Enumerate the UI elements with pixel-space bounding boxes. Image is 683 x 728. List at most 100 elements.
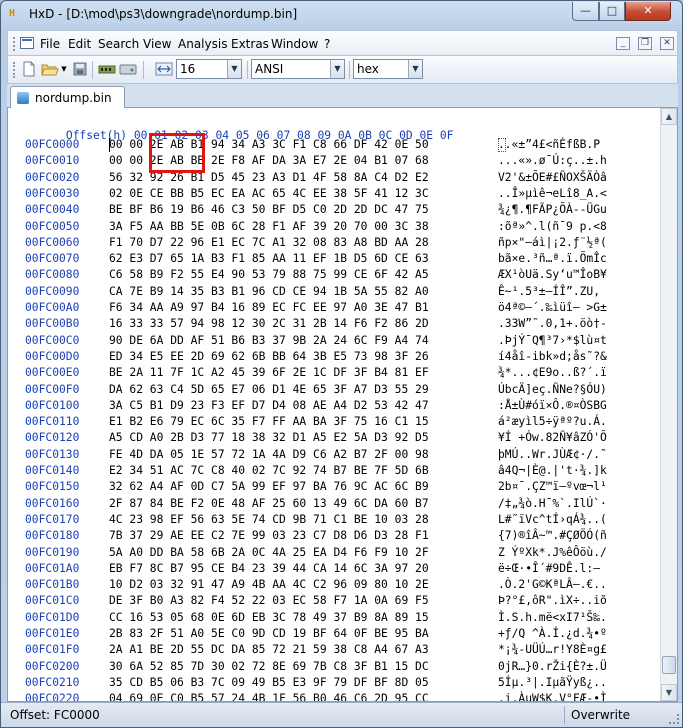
row-ascii-text[interactable]: Z ÝºXk*.J%êÔöù./ [498, 546, 607, 559]
toolbar-grip[interactable] [13, 62, 16, 78]
new-file-icon[interactable] [20, 61, 38, 78]
row-hex-bytes[interactable]: FE 4D DA 05 1E 57 72 1A 4A D9 C6 A2 B7 2… [109, 448, 429, 461]
row-ascii-text[interactable]: bã×e.³ñ…ª.ï.ÕmÎc [498, 252, 607, 265]
offset-base-select[interactable]: hex ▼ [353, 59, 423, 79]
row-hex-bytes[interactable]: 2B 83 2F 51 A0 5E C0 9D CD 19 BF 64 0F B… [109, 627, 429, 640]
row-ascii-text[interactable]: Ì.S.h.më<xI7¹Š‰. [498, 611, 607, 624]
row-ascii-text[interactable]: þMÚ..Wr.JÙÆ¢·/.˜ [498, 448, 607, 461]
row-ascii-text[interactable]: ÚbcÄ]eç.ÑNe?§ÓU) [498, 383, 607, 396]
row-ascii-text[interactable]: .ÞjÝ¯Q¶³7›*$lù¤t [498, 334, 607, 347]
row-hex-bytes[interactable]: 32 62 A4 AF 0D C7 5A 99 EF 97 BA 76 9C A… [109, 480, 429, 493]
menu-help[interactable]: ? [324, 37, 330, 51]
row-ascii-text[interactable]: V2'&±ÕE#£ÑOXŠÄÒâ [498, 171, 607, 184]
mdi-close-button[interactable]: ✕ [660, 37, 674, 50]
close-button[interactable]: ✕ [625, 2, 671, 21]
hex-editor[interactable]: Offset(h) 00 01 02 03 04 05 06 07 08 09 … [7, 108, 678, 702]
document-window-icon[interactable] [20, 37, 34, 49]
tab-nordump[interactable]: nordump.bin [10, 86, 125, 109]
row-hex-bytes[interactable]: 5A A0 DD BA 58 6B 2A 0C 4A 25 EA D4 F6 F… [109, 546, 429, 559]
status-mode[interactable]: Overwrite [571, 708, 630, 722]
chevron-down-icon[interactable]: ▼ [227, 60, 241, 78]
row-ascii-text[interactable]: 5Íµ.³|.IµãŸyß¿.. [498, 676, 607, 689]
row-ascii-text[interactable]: :õª»^.l(ñ¯9 p.<8 [498, 220, 607, 233]
chevron-down-icon[interactable]: ▼ [408, 60, 422, 78]
row-ascii-text[interactable]: í4åî-ibk»d;ås˜?& [498, 350, 607, 363]
row-ascii-text[interactable]: ¾¿¶.¶FÃP¿ÕÀ--ÜGu [498, 203, 607, 216]
row-hex-bytes[interactable]: EB F7 8C B7 95 CE B4 23 39 44 CA 14 6C 3… [109, 562, 429, 575]
row-ascii-text[interactable]: /‡„¾ò.H¯%`.IlÚ`· [498, 497, 607, 510]
row-ascii-text[interactable]: ..«±”4£<ñÈfßB.P [498, 138, 600, 151]
row-hex-bytes[interactable]: 7B 37 29 AE EE C2 7E 99 03 23 C7 D8 D6 D… [109, 529, 429, 542]
chevron-down-icon[interactable]: ▼ [330, 60, 344, 78]
open-file-icon[interactable] [41, 61, 59, 78]
row-hex-bytes[interactable]: F1 70 D7 22 96 E1 EC 7C A1 32 08 83 A8 B… [109, 236, 429, 249]
row-hex-bytes[interactable]: 90 DE 6A DD AF 51 B6 B3 37 9B 2A 24 6C F… [109, 334, 429, 347]
row-hex-bytes[interactable]: 2F 87 84 BE F2 0E 48 AF 25 60 13 49 6C D… [109, 497, 429, 510]
row-ascii-text[interactable]: 0jR…}0.rŽi{È?±.Ü [498, 660, 607, 673]
row-ascii-text[interactable]: {7)®îÂ~™.#ÇØÖÓ(ñ [498, 529, 607, 542]
row-hex-bytes[interactable]: CC 16 53 05 68 0E 6D EB 3C 78 49 37 B9 8… [109, 611, 429, 624]
row-hex-bytes[interactable]: BE BF B6 19 B6 46 C3 50 BF D5 C0 2D 2D D… [109, 203, 429, 216]
row-hex-bytes[interactable]: 04 69 0E C0 B5 57 24 4B 1F 56 B0 46 C6 2… [109, 692, 429, 701]
row-hex-bytes[interactable]: 3A F5 AA BB 5E 0B 6C 28 F1 AF 39 20 70 0… [109, 220, 429, 233]
row-ascii-text[interactable]: á²æyìl5÷ÿªº?u.Á. [498, 415, 607, 428]
row-hex-bytes[interactable]: F6 34 AA A9 97 B4 16 89 EC FC EE 97 A0 3… [109, 301, 429, 314]
row-ascii-text[interactable]: ¥Í +Ów.82Ñ¥âZÓ'Õ [498, 431, 607, 444]
scroll-down-button[interactable]: ▼ [661, 684, 677, 701]
row-ascii-text[interactable]: ñp×"–áì|¡2.ƒ¨½ª( [498, 236, 607, 249]
menu-analysis[interactable]: Analysis [178, 37, 227, 51]
row-ascii-text[interactable]: 2b¤¯.ÇZ™ï—ºvœ¬l¹ [498, 480, 607, 493]
row-hex-bytes[interactable]: 62 E3 D7 65 1A B3 F1 85 AA 11 EF 1B D5 6… [109, 252, 429, 265]
menu-file[interactable]: File [40, 37, 60, 51]
maximize-button[interactable]: □ [599, 2, 625, 21]
row-hex-bytes[interactable]: DA 62 63 C4 5D 65 E7 06 D1 4E 65 3F A7 D… [109, 383, 429, 396]
menu-search[interactable]: Search [98, 37, 139, 51]
menu-window[interactable]: Window [271, 37, 318, 51]
row-hex-bytes[interactable]: C6 58 B9 F2 55 E4 90 53 79 88 75 99 CE 6… [109, 268, 429, 281]
mdi-restore-button[interactable]: ❐ [638, 37, 652, 50]
scroll-thumb[interactable] [662, 656, 676, 674]
row-hex-bytes[interactable]: 30 6A 52 85 7D 30 02 72 8E 69 7B C8 3F B… [109, 660, 429, 673]
row-hex-bytes[interactable]: 3A C5 B1 D9 23 F3 EF D7 D4 08 AE A4 D2 5… [109, 399, 429, 412]
row-ascii-text[interactable]: Þ?°£‚ôR".ìX÷..iõ [498, 594, 607, 607]
row-hex-bytes[interactable]: 02 0E CE BB B5 EC EA AC 65 4C EE 38 5F 4… [109, 187, 429, 200]
disk-editor-icon[interactable] [119, 61, 137, 78]
row-ascii-text[interactable]: ¾*...¢E9o..ß?´.ï [498, 366, 607, 379]
row-ascii-text[interactable]: L#˜ïVc^tÍ›qÁ¾..( [498, 513, 607, 526]
ram-editor-icon[interactable] [98, 61, 116, 78]
row-hex-bytes[interactable]: 4C 23 98 EF 56 63 5E 74 CD 9B 71 C1 BE 1… [109, 513, 429, 526]
row-hex-bytes[interactable]: BE 2A 11 7F 1C A2 45 39 6F 2E 1C DF 3F B… [109, 366, 429, 379]
menu-grip[interactable] [13, 37, 16, 51]
row-hex-bytes[interactable]: CA 7E B9 14 35 B3 B1 96 CD CE 94 1B 5A 5… [109, 285, 429, 298]
row-hex-bytes[interactable]: 35 CD B5 06 B3 7C 09 49 B5 E3 9F 79 DF B… [109, 676, 429, 689]
dropdown-arrow-icon[interactable]: ▼ [59, 61, 69, 78]
resize-grip[interactable] [669, 714, 679, 724]
row-ascii-text[interactable]: ..Î»µìê¬eLî8_A.< [498, 187, 607, 200]
row-ascii-text[interactable]: :Å±Ù#óï×Ô.®¤ÒSBG [498, 399, 607, 412]
title-bar[interactable]: H HxD - [D:\mod\ps3\downgrade\nordump.bi… [1, 1, 682, 29]
row-ascii-text[interactable]: â4Q¬|È@.|'t·¾.]k [498, 464, 607, 477]
row-hex-bytes[interactable]: E1 B2 E6 79 EC 6C 35 F7 FF AA BA 3F 75 1… [109, 415, 429, 428]
vertical-scrollbar[interactable]: ▲ ▼ [660, 108, 677, 701]
row-ascii-text[interactable]: +ƒ/Q ^À.Í.¿d.¾•º [498, 627, 607, 640]
row-hex-bytes[interactable]: 2A A1 BE 2D 55 DC DA 85 72 21 59 38 C8 A… [109, 643, 429, 656]
mdi-minimize-button[interactable]: _ [616, 37, 630, 50]
row-ascii-text[interactable]: ÆX¹òUä.Sy‘u™ÎoB¥ [498, 268, 607, 281]
row-hex-bytes[interactable]: E2 34 51 AC 7C C8 40 02 7C 92 74 B7 BE 7… [109, 464, 429, 477]
row-hex-bytes[interactable]: DE 3F B0 A3 82 F4 52 22 03 EC 58 F7 1A 0… [109, 594, 429, 607]
menu-edit[interactable]: Edit [68, 37, 91, 51]
row-ascii-text[interactable]: ...«».ø¯Ú:ç..±.h [498, 154, 607, 167]
row-ascii-text[interactable]: Ê~¹.5³±–ÍÎ”.ZU‚ [498, 285, 607, 298]
row-hex-bytes[interactable]: A5 CD A0 2B D3 77 18 38 32 D1 A5 E2 5A D… [109, 431, 429, 444]
minimize-button[interactable]: — [572, 2, 599, 21]
save-icon[interactable] [71, 61, 89, 78]
row-ascii-text[interactable]: .i.ÀµW$K.V°FÆ-•Ì [498, 692, 607, 701]
menu-view[interactable]: View [143, 37, 171, 51]
row-ascii-text[interactable]: .33W”˜.0,1+.öò†- [498, 317, 607, 330]
scroll-up-button[interactable]: ▲ [661, 108, 677, 125]
bytes-per-row-select[interactable]: 16 ▼ [176, 59, 242, 79]
row-ascii-text[interactable]: *¡¾-UÜÚ…r!Y8È¤g£ [498, 643, 607, 656]
menu-extras[interactable]: Extras [231, 37, 269, 51]
row-hex-bytes[interactable]: ED 34 E5 EE 2D 69 62 6B BB 64 3B E5 73 9… [109, 350, 429, 363]
row-ascii-text[interactable]: .Ò.2'G©KªLÂ–.€.. [498, 578, 607, 591]
